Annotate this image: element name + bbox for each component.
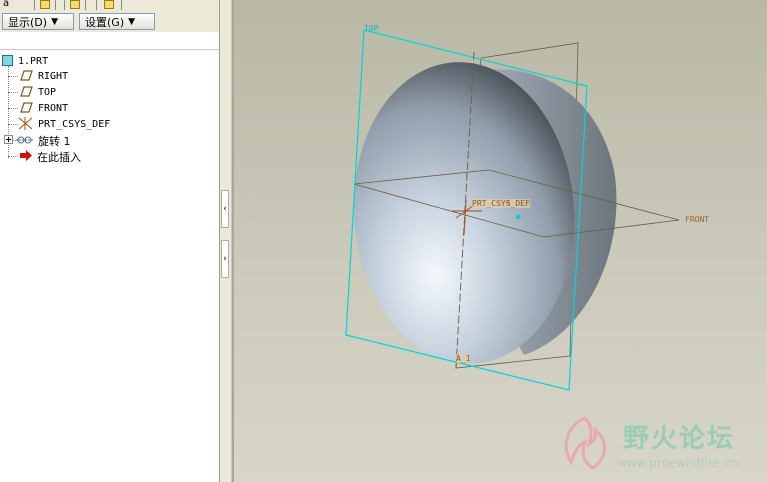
- tree-item-right[interactable]: RIGHT: [20, 69, 68, 84]
- tree-item-revolve[interactable]: 旋转 1: [4, 133, 71, 148]
- folder-icon: [40, 0, 50, 9]
- settings-menu-button[interactable]: 设置(G) ▼: [79, 13, 155, 30]
- chevron-right-icon: ›: [223, 254, 227, 264]
- datum-plane-icon: [20, 101, 33, 116]
- part-icon: [2, 54, 13, 69]
- tree-item-part[interactable]: 1.PRT: [2, 54, 48, 69]
- dropdown-arrow-icon: ▼: [128, 16, 136, 27]
- tree-item-csys[interactable]: PRT_CSYS_DEF: [18, 116, 111, 133]
- favorites-icon: [70, 0, 80, 9]
- flame-logo-icon: [564, 416, 606, 470]
- dropdown-arrow-icon: ▼: [51, 16, 58, 27]
- show-menu-label: 显示(D): [8, 15, 48, 29]
- front-plane-label: FRONT: [685, 215, 710, 224]
- datum-plane-icon: [20, 69, 33, 84]
- tree-item-front[interactable]: FRONT: [20, 101, 68, 116]
- show-menu-button[interactable]: 显示(D) ▼: [2, 13, 74, 30]
- tree-item-label: TOP: [38, 87, 57, 98]
- spin-center-icon: [515, 214, 521, 220]
- tree-connector: [8, 76, 18, 77]
- toolbar-separator: [0, 32, 219, 50]
- forum-watermark: 野火论坛 www.proewildfire.cn: [555, 410, 767, 482]
- tree-connector: [8, 108, 18, 109]
- expand-right-button[interactable]: ›: [221, 240, 229, 278]
- insert-here-arrow-icon: [20, 149, 32, 164]
- tree-connector: [8, 92, 18, 93]
- top-plane-label: TOP: [364, 24, 379, 33]
- tree-item-label: 旋转 1: [38, 134, 71, 148]
- datum-plane-icon: [20, 85, 33, 100]
- tree-item-label: FRONT: [38, 103, 69, 114]
- connections-icon: [104, 0, 114, 9]
- tree-item-label: PRT_CSYS_DEF: [38, 119, 111, 130]
- settings-menu-label: 设置(G): [85, 15, 125, 29]
- csys-label: PRT_CSYS_DEF: [472, 199, 530, 208]
- axis-label: A_1: [456, 354, 471, 363]
- tree-item-label: RIGHT: [38, 71, 69, 82]
- watermark-url: www.proewildfire.cn: [617, 456, 738, 470]
- watermark-title: 野火论坛: [623, 424, 736, 454]
- tree-item-top[interactable]: TOP: [20, 85, 56, 100]
- tree-item-label: 1.PRT: [18, 56, 49, 67]
- model-tree-tab-label[interactable]: a: [3, 0, 9, 9]
- expand-icon[interactable]: [4, 134, 13, 147]
- tree-connector: [8, 124, 18, 125]
- connections-tab[interactable]: [96, 0, 122, 10]
- panel-splitter[interactable]: ‹ ›: [219, 0, 231, 482]
- model-tree-panel: a 显示(D) ▼ 设置(G) ▼ 1.PRT RIGHT TOP FRONT …: [0, 0, 219, 482]
- favorites-tab[interactable]: [64, 0, 86, 10]
- folder-browser-tab[interactable]: [34, 0, 56, 10]
- csys-icon: [18, 116, 33, 133]
- tree-item-insert-here[interactable]: 在此插入: [20, 149, 81, 164]
- chevron-left-icon: ‹: [223, 204, 227, 214]
- tree-connector: [8, 156, 18, 157]
- collapse-left-button[interactable]: ‹: [221, 190, 229, 228]
- model-tree-toolbar: 显示(D) ▼ 设置(G) ▼: [0, 11, 219, 32]
- tree-item-label: 在此插入: [37, 150, 81, 164]
- revolve-icon: [16, 134, 33, 148]
